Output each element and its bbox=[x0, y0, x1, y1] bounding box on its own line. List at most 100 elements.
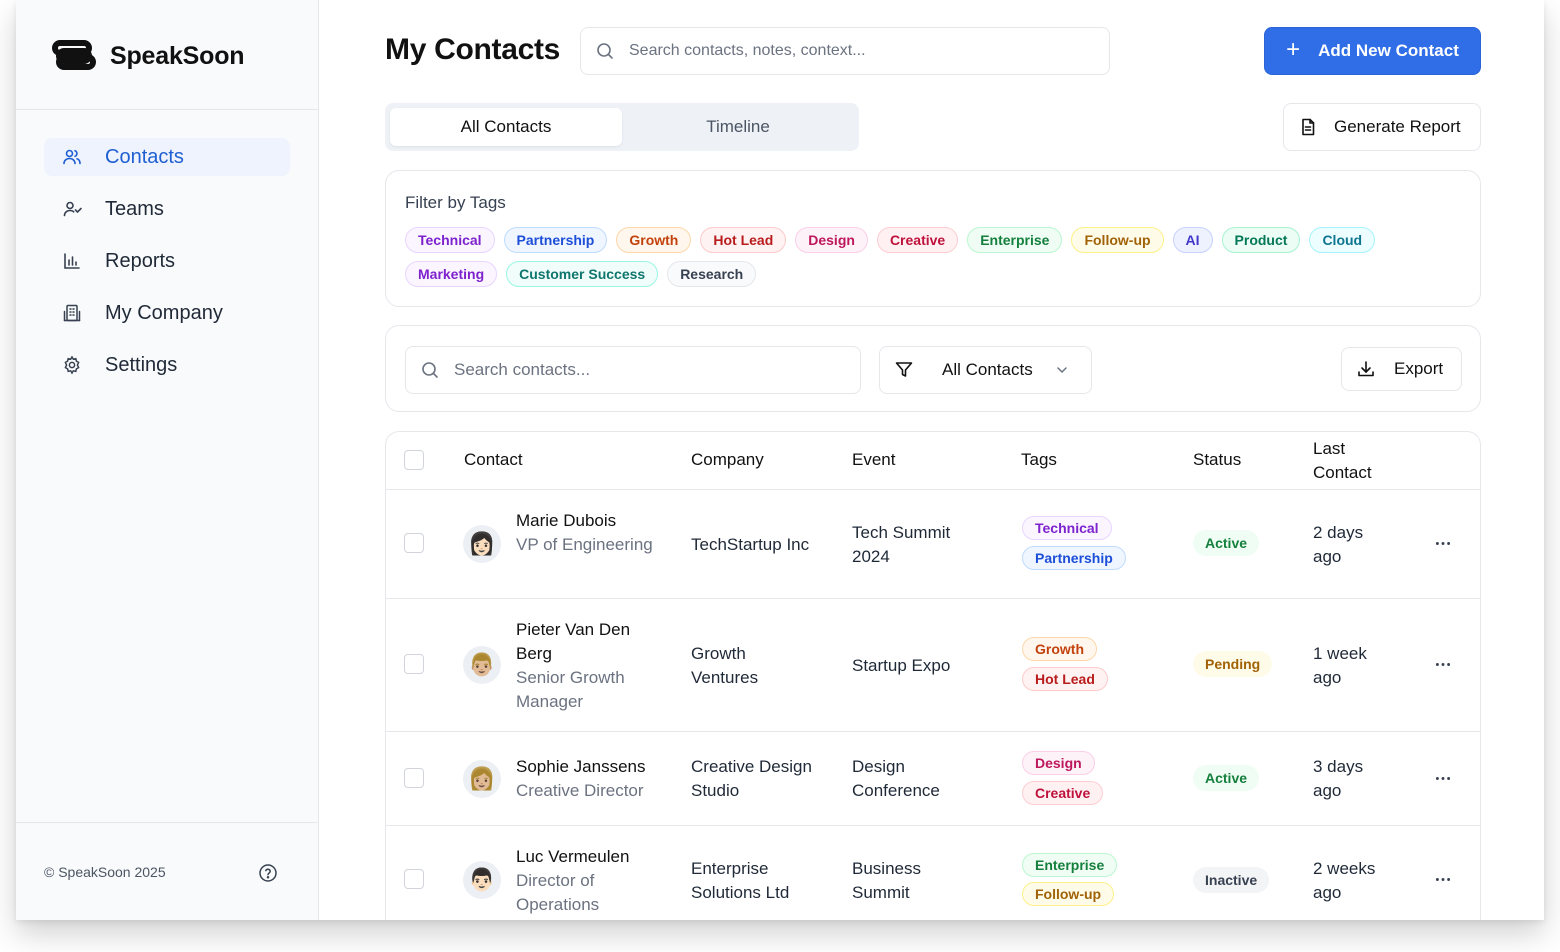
bar-chart-icon bbox=[62, 251, 82, 271]
speaksoon-logo-icon bbox=[52, 40, 96, 70]
column-header-last-contact[interactable]: Last Contact bbox=[1313, 437, 1393, 485]
filter-tag[interactable]: Enterprise bbox=[967, 227, 1063, 253]
row-tag[interactable]: Technical bbox=[1022, 516, 1112, 540]
row-tag[interactable]: Growth bbox=[1022, 637, 1097, 661]
sidebar-item-label: Reports bbox=[105, 249, 176, 272]
sidebar-divider bbox=[16, 109, 319, 110]
filter-select-value: All Contacts bbox=[942, 360, 1033, 379]
export-label: Export bbox=[1394, 359, 1444, 378]
filter-tag[interactable]: Follow-up bbox=[1071, 227, 1164, 253]
sidebar: SpeakSoon Contacts Teams Reports My Comp… bbox=[16, 0, 319, 920]
add-new-contact-label: Add New Contact bbox=[1318, 41, 1459, 60]
brand-name: SpeakSoon bbox=[110, 41, 245, 70]
sidebar-item-settings[interactable]: Settings bbox=[44, 346, 290, 384]
help-circle-icon[interactable] bbox=[258, 863, 278, 883]
filter-tag[interactable]: Growth bbox=[616, 227, 692, 253]
row-tag[interactable]: Enterprise bbox=[1022, 853, 1118, 877]
contact-name[interactable]: Sophie Janssens bbox=[516, 755, 645, 779]
row-checkbox[interactable] bbox=[404, 768, 424, 788]
column-header-contact[interactable]: Contact bbox=[464, 450, 523, 470]
row-tag[interactable]: Partnership bbox=[1022, 546, 1126, 570]
global-search[interactable] bbox=[580, 27, 1110, 75]
avatar: 👨🏻 bbox=[463, 861, 501, 899]
export-button[interactable]: Export bbox=[1341, 347, 1462, 391]
row-tag[interactable]: Hot Lead bbox=[1022, 667, 1108, 691]
column-header-status[interactable]: Status bbox=[1193, 450, 1241, 470]
filter-tag[interactable]: AI bbox=[1172, 227, 1213, 253]
filter-tag[interactable]: Technical bbox=[405, 227, 495, 253]
row-tag[interactable]: Follow-up bbox=[1022, 882, 1115, 906]
company-cell: Creative Design Studio bbox=[691, 757, 812, 800]
global-search-input[interactable] bbox=[629, 42, 1089, 60]
column-header-company[interactable]: Company bbox=[691, 450, 764, 470]
sidebar-nav: Contacts Teams Reports My Company Settin… bbox=[44, 138, 290, 398]
filter-tag[interactable]: Cloud bbox=[1309, 227, 1376, 253]
avatar-emoji: 👩🏼 bbox=[468, 766, 496, 791]
document-icon bbox=[1298, 117, 1318, 137]
sidebar-item-reports[interactable]: Reports bbox=[44, 242, 290, 280]
table-row[interactable]: 👩🏼 Sophie Janssens Creative Director Cre… bbox=[386, 732, 1480, 826]
contact-title: VP of Engineering bbox=[516, 535, 653, 554]
app-window: SpeakSoon Contacts Teams Reports My Comp… bbox=[16, 0, 1544, 920]
filter-tag[interactable]: Product bbox=[1221, 227, 1301, 253]
page-title: My Contacts bbox=[385, 33, 561, 66]
table-row[interactable]: 👨🏼 Pieter Van Den Berg Senior Growth Man… bbox=[386, 599, 1480, 732]
sidebar-item-teams[interactable]: Teams bbox=[44, 190, 290, 228]
sidebar-footer-divider bbox=[16, 822, 319, 823]
filter-title: Filter by Tags bbox=[405, 193, 506, 212]
more-actions-icon[interactable] bbox=[1430, 768, 1456, 788]
add-new-contact-button[interactable]: + Add New Contact bbox=[1264, 27, 1481, 75]
row-checkbox[interactable] bbox=[404, 533, 424, 553]
row-tag[interactable]: Creative bbox=[1022, 781, 1104, 805]
contact-title: Senior Growth Manager bbox=[516, 668, 625, 711]
event-cell: Business Summit bbox=[852, 859, 921, 902]
generate-report-button[interactable]: Generate Report bbox=[1283, 103, 1481, 151]
filter-tag[interactable]: Hot Lead bbox=[700, 227, 787, 253]
status-badge: Inactive bbox=[1193, 867, 1270, 893]
column-header-tags[interactable]: Tags bbox=[1021, 450, 1057, 470]
table-row[interactable]: 👨🏻 Luc Vermeulen Director of Operations … bbox=[386, 826, 1480, 920]
row-tag[interactable]: Design bbox=[1022, 751, 1095, 775]
tab-timeline[interactable]: Timeline bbox=[622, 108, 854, 146]
view-tabs: All Contacts Timeline bbox=[385, 103, 859, 151]
row-checkbox[interactable] bbox=[404, 869, 424, 889]
sidebar-item-my-company[interactable]: My Company bbox=[44, 294, 290, 332]
sidebar-item-label: Teams bbox=[105, 197, 164, 220]
more-actions-icon[interactable] bbox=[1430, 654, 1456, 674]
row-checkbox[interactable] bbox=[404, 654, 424, 674]
building-icon bbox=[62, 303, 82, 323]
sidebar-item-contacts[interactable]: Contacts bbox=[44, 138, 290, 176]
filter-tag[interactable]: Marketing bbox=[405, 261, 498, 287]
brand[interactable]: SpeakSoon bbox=[52, 36, 245, 76]
contact-name[interactable]: Luc Vermeulen bbox=[516, 845, 629, 869]
contact-title: Director of Operations bbox=[516, 871, 600, 914]
column-header-event[interactable]: Event bbox=[852, 450, 895, 470]
more-actions-icon[interactable] bbox=[1430, 533, 1456, 553]
search-icon bbox=[420, 360, 440, 380]
filter-tag[interactable]: Research bbox=[667, 261, 757, 287]
filter-tag[interactable]: Customer Success bbox=[506, 261, 659, 287]
more-actions-icon[interactable] bbox=[1430, 869, 1456, 889]
company-cell: Enterprise Solutions Ltd bbox=[691, 859, 790, 902]
last-contact-cell: 2 days ago bbox=[1313, 523, 1364, 566]
status-badge: Pending bbox=[1193, 651, 1273, 677]
avatar: 👨🏼 bbox=[463, 646, 501, 684]
contacts-search-input[interactable] bbox=[454, 360, 844, 380]
last-contact-cell: 3 days ago bbox=[1313, 757, 1364, 800]
select-all-checkbox[interactable] bbox=[404, 450, 424, 470]
chevron-down-icon bbox=[1055, 363, 1069, 377]
contact-name[interactable]: Pieter Van Den Berg bbox=[516, 618, 656, 666]
contact-name[interactable]: Marie Dubois bbox=[516, 509, 616, 533]
event-cell: Startup Expo bbox=[852, 656, 951, 675]
company-cell: TechStartup Inc bbox=[691, 535, 810, 554]
users-icon bbox=[62, 147, 82, 167]
filter-tag[interactable]: Design bbox=[795, 227, 868, 253]
contact-filter-select[interactable]: All Contacts bbox=[879, 346, 1092, 394]
tab-all-contacts[interactable]: All Contacts bbox=[390, 108, 622, 146]
filter-tag[interactable]: Partnership bbox=[503, 227, 608, 253]
avatar: 👩🏻 bbox=[463, 525, 501, 563]
table-row[interactable]: 👩🏻 Marie Dubois VP of Engineering TechSt… bbox=[386, 490, 1480, 599]
contacts-search[interactable] bbox=[405, 346, 861, 394]
table-header: Contact Company Event Tags Status Last C… bbox=[386, 432, 1480, 490]
filter-tag[interactable]: Creative bbox=[876, 227, 959, 253]
